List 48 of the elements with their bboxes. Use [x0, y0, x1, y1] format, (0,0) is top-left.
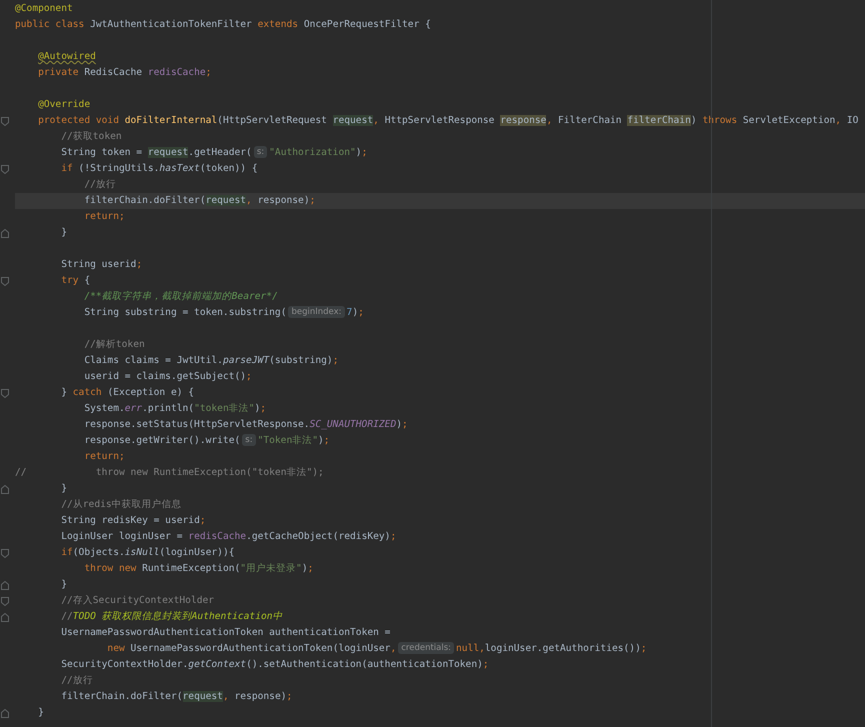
code-line: @Component: [15, 2, 74, 16]
code-line: SecurityContextHolder.getContext().setAuthentication(authenticationToken);: [60, 658, 490, 672]
code-line: //放行: [60, 674, 94, 688]
code-line: /**截取字符串，截取掉前端加的Bearer*/: [83, 290, 279, 304]
code-line: //从redis中获取用户信息: [60, 498, 183, 512]
code-line: //解析token: [83, 338, 146, 352]
code-line: filterChain.doFilter(request, response);: [60, 690, 294, 704]
code-line: return;: [83, 450, 126, 464]
code-line: // throw new RuntimeException("token非法");: [15, 466, 325, 480]
code-line: throw new RuntimeException("用户未登录");: [83, 562, 314, 576]
code-line: return;: [83, 210, 126, 224]
code-line: response.setStatus(HttpServletResponse.SC_UNAUTHORIZED);: [83, 418, 409, 432]
code-line: private RedisCache redisCache;: [37, 66, 212, 80]
code-line: new UsernamePasswordAuthenticationToken(loginUser, credentials: null,loginUser.getAuthorities());: [106, 641, 648, 656]
code-line: userid = claims.getSubject();: [83, 370, 253, 384]
code-line: String substring = token.substring( beginIndex: 7);: [83, 305, 365, 320]
code-line: }: [60, 578, 68, 592]
code-line: public class JwtAuthenticationTokenFilter extends OncePerRequestFilter {: [15, 18, 432, 32]
code-line: String redisKey = userid;: [60, 514, 207, 528]
fold-icon[interactable]: [1, 228, 9, 238]
code-line: } catch (Exception e) {: [60, 386, 196, 400]
code-line: String userid;: [60, 258, 144, 272]
fold-icon[interactable]: [1, 388, 9, 398]
code-line: //放行: [83, 178, 117, 192]
code-line: Claims claims = JwtUtil.parseJWT(substring);: [83, 354, 340, 368]
fold-icon[interactable]: [1, 116, 9, 126]
code-line: try {: [60, 274, 92, 288]
code-line: UsernamePasswordAuthenticationToken authenticationToken =: [60, 626, 392, 640]
fold-icon[interactable]: [1, 164, 9, 174]
fold-icon[interactable]: [1, 708, 9, 718]
code-line: }: [60, 226, 68, 240]
code-line: protected void doFilterInternal(HttpServletRequest request, HttpServletResponse response, FilterChain filterChain) throws ServletException, IO: [37, 114, 860, 128]
fold-icon[interactable]: [1, 484, 9, 494]
code-line: @Autowired: [37, 50, 97, 64]
fold-icon[interactable]: [1, 276, 9, 286]
code-line: response.getWriter().write( s: "Token非法");: [83, 433, 331, 448]
code-line: if(Objects.isNull(loginUser)){: [60, 546, 236, 560]
code-line: }: [60, 482, 68, 496]
code-line: System.err.println("token非法");: [83, 402, 268, 416]
code-line: if (!StringUtils.hasText(token)) {: [60, 162, 259, 176]
code-line: //存入SecurityContextHolder: [60, 594, 216, 608]
code-line: //TODO 获取权限信息封装到Authentication中: [60, 610, 284, 624]
code-line: LoginUser loginUser = redisCache.getCacheObject(redisKey);: [60, 530, 398, 544]
code-line: String token = request.getHeader( s: "Authorization");: [60, 145, 368, 160]
fold-icon[interactable]: [1, 548, 9, 558]
code-line: }: [37, 706, 45, 720]
code-line: //获取token: [60, 130, 123, 144]
code-line: @Override: [37, 98, 92, 112]
